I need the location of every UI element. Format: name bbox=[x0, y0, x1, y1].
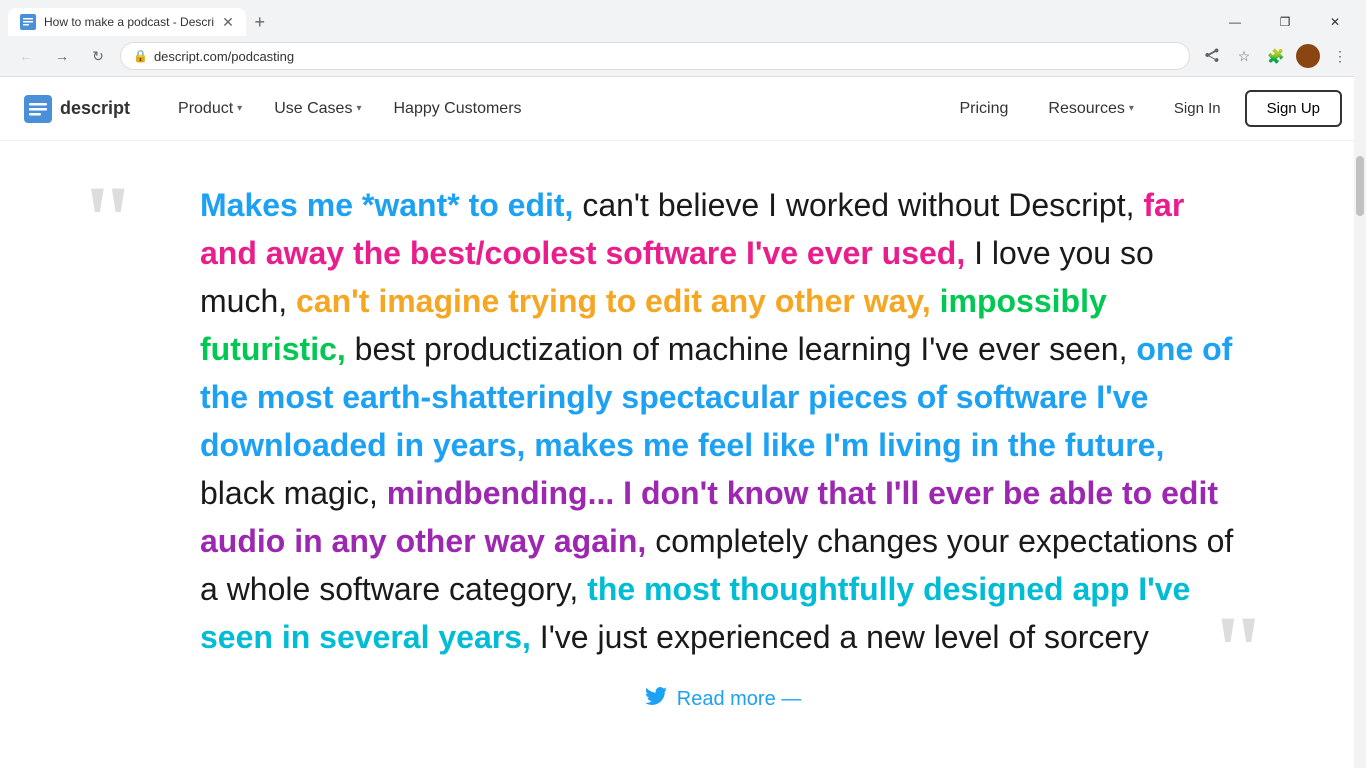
nav-item-pricing[interactable]: Pricing bbox=[944, 92, 1025, 126]
url-text: descript.com/podcasting bbox=[154, 49, 294, 64]
testimonial-text: Makes me *want* to edit, can't believe I… bbox=[200, 181, 1246, 661]
extensions-button[interactable]: 🧩 bbox=[1262, 42, 1290, 70]
lock-icon: 🔒 bbox=[133, 49, 148, 63]
scrollbar-thumb[interactable] bbox=[1356, 156, 1364, 216]
testimonial-segment-5: can't imagine trying to edit any other w… bbox=[296, 283, 931, 319]
nav-pricing-label: Pricing bbox=[960, 100, 1009, 118]
quote-open-icon: " bbox=[80, 171, 136, 271]
bookmark-button[interactable]: ☆ bbox=[1230, 42, 1258, 70]
twitter-icon bbox=[645, 685, 667, 713]
testimonial-segment-6 bbox=[931, 283, 940, 319]
tab-close-button[interactable]: ✕ bbox=[222, 14, 234, 31]
tab-favicon bbox=[20, 14, 36, 30]
nav-item-product[interactable]: Product ▾ bbox=[162, 92, 258, 126]
url-bar[interactable]: 🔒 descript.com/podcasting bbox=[120, 42, 1190, 70]
testimonial-segment-1: Makes me *want* to edit, bbox=[200, 187, 573, 223]
quote-close-icon: " bbox=[1210, 601, 1266, 701]
nav-item-use-cases[interactable]: Use Cases ▾ bbox=[258, 92, 377, 126]
address-bar: ← → ↻ 🔒 descript.com/podcasting ☆ 🧩 ⋮ bbox=[0, 36, 1366, 76]
testimonial-segment-11: makes me feel like I'm living in the fut… bbox=[534, 427, 1164, 463]
maximize-button[interactable]: ❐ bbox=[1262, 8, 1308, 36]
testimonial-segment-8: best productization of machine learning … bbox=[346, 331, 1137, 367]
read-more-label: Read more — bbox=[677, 688, 802, 711]
scrollbar[interactable] bbox=[1354, 76, 1366, 768]
logo[interactable]: descript bbox=[24, 95, 130, 123]
nav-resources-label: Resources bbox=[1048, 100, 1124, 118]
minimize-button[interactable]: — bbox=[1212, 8, 1258, 36]
nav-item-resources[interactable]: Resources ▾ bbox=[1032, 92, 1150, 126]
testimonial-segment-10 bbox=[525, 427, 534, 463]
sign-up-label: Sign Up bbox=[1267, 100, 1320, 117]
resources-chevron-icon: ▾ bbox=[1129, 103, 1134, 114]
reload-button[interactable]: ↻ bbox=[84, 42, 112, 70]
sign-up-button[interactable]: Sign Up bbox=[1245, 90, 1342, 127]
product-chevron-icon: ▾ bbox=[237, 103, 242, 114]
nav-product-label: Product bbox=[178, 100, 233, 118]
nav-use-cases-label: Use Cases bbox=[274, 100, 352, 118]
close-button[interactable]: ✕ bbox=[1312, 8, 1358, 36]
tab-bar: How to make a podcast - Descri ✕ + — ❐ ✕ bbox=[0, 0, 1366, 36]
sign-in-label: Sign In bbox=[1174, 100, 1221, 117]
logo-text: descript bbox=[60, 98, 130, 119]
testimonial-segment-12: black magic, bbox=[200, 475, 387, 511]
browser-actions: ☆ 🧩 ⋮ bbox=[1198, 42, 1354, 70]
forward-button[interactable]: → bbox=[48, 42, 76, 70]
browser-chrome: How to make a podcast - Descri ✕ + — ❐ ✕… bbox=[0, 0, 1366, 77]
sign-in-button[interactable]: Sign In bbox=[1158, 92, 1237, 125]
back-button[interactable]: ← bbox=[12, 42, 40, 70]
site-navigation: descript Product ▾ Use Cases ▾ Happy Cus… bbox=[0, 77, 1366, 141]
use-cases-chevron-icon: ▾ bbox=[356, 103, 361, 114]
window-controls: — ❐ ✕ bbox=[1212, 8, 1366, 36]
tab-title: How to make a podcast - Descri bbox=[44, 15, 214, 29]
nav-item-happy-customers[interactable]: Happy Customers bbox=[377, 92, 537, 126]
testimonial-segment-16: I've just experienced a new level of sor… bbox=[531, 619, 1149, 655]
testimonial-segment-2: can't believe I worked without Descript, bbox=[573, 187, 1143, 223]
avatar bbox=[1296, 44, 1320, 68]
share-button[interactable] bbox=[1198, 42, 1226, 70]
new-tab-button[interactable]: + bbox=[246, 8, 274, 36]
nav-links: Product ▾ Use Cases ▾ Happy Customers bbox=[162, 92, 538, 126]
menu-button[interactable]: ⋮ bbox=[1326, 42, 1354, 70]
profile-picture[interactable] bbox=[1294, 42, 1322, 70]
read-more-button[interactable]: Read more — bbox=[200, 661, 1246, 721]
active-tab[interactable]: How to make a podcast - Descri ✕ bbox=[8, 8, 246, 36]
nav-happy-customers-label: Happy Customers bbox=[393, 100, 521, 118]
nav-right: Pricing Resources ▾ Sign In Sign Up bbox=[944, 90, 1343, 127]
logo-icon bbox=[24, 95, 52, 123]
main-content: " Makes me *want* to edit, can't believe… bbox=[0, 141, 1366, 781]
